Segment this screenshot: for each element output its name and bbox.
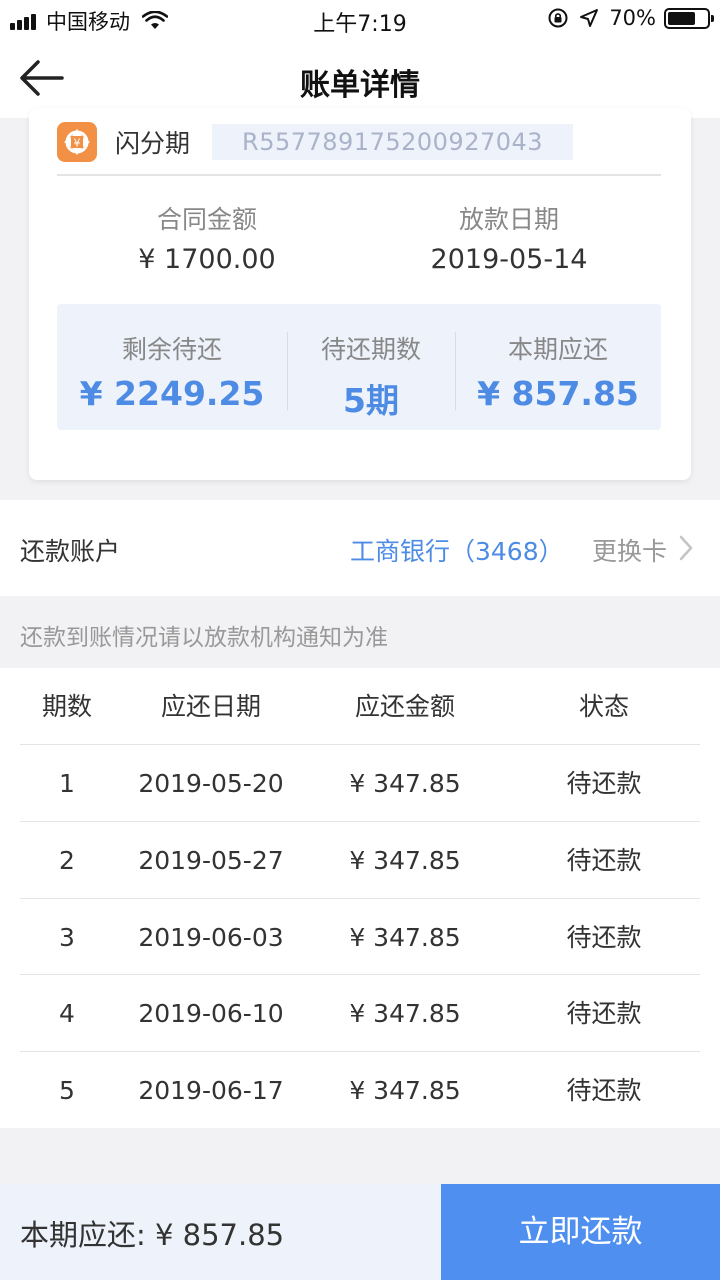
product-name: 闪分期 xyxy=(115,129,191,158)
status-right: 70% xyxy=(547,6,714,30)
product-logo-icon: ¥ xyxy=(57,122,97,162)
contract-number: R557789175200927043 xyxy=(212,124,574,160)
row-period: 4 xyxy=(59,999,75,1028)
row-amount: ¥ 347.85 xyxy=(349,999,461,1028)
current-due: 本期应还 ¥ 857.85 xyxy=(455,330,661,413)
header-period: 期数 xyxy=(41,692,92,721)
loan-date-value: 2019-05-14 xyxy=(430,244,588,275)
row-period: 3 xyxy=(59,923,75,952)
remaining-periods: 待还期数 5期 xyxy=(287,330,455,422)
header-amount: 应还金额 xyxy=(354,692,455,721)
change-card-link[interactable]: 更换卡 xyxy=(592,532,667,568)
table-row: 4 2019-06-10 ¥ 347.85 待还款 xyxy=(20,974,700,1051)
row-status: 待还款 xyxy=(566,846,642,875)
remaining-due: 剩余待还 ¥ 2249.25 xyxy=(57,330,287,413)
rotation-lock-icon xyxy=(548,8,568,28)
pay-now-button[interactable]: 立即还款 xyxy=(441,1184,720,1280)
divider xyxy=(57,174,661,176)
product-row: ¥ 闪分期 R557789175200927043 xyxy=(57,120,574,164)
header-status: 状态 xyxy=(578,692,629,721)
bill-summary-area: ¥ 闪分期 R557789175200927043 合同金额 ¥ 1700.00… xyxy=(0,108,720,500)
row-period: 2 xyxy=(59,846,75,875)
nav-bar: 账单详情 xyxy=(0,40,720,118)
current-due-label: 本期应还 xyxy=(507,335,608,364)
row-amount: ¥ 347.85 xyxy=(349,1076,461,1105)
row-due-date: 2019-06-03 xyxy=(138,923,284,952)
table-row: 1 2019-05-20 ¥ 347.85 待还款 xyxy=(20,744,700,821)
row-status: 待还款 xyxy=(566,923,642,952)
current-due-value: ¥ 857.85 xyxy=(477,374,639,413)
row-status: 待还款 xyxy=(566,999,642,1028)
repayment-account-row[interactable]: 还款账户 工商银行（3468） 更换卡 xyxy=(0,500,720,596)
account-bank: 工商银行（3468） xyxy=(350,537,564,566)
battery-icon xyxy=(664,7,714,29)
chevron-right-icon[interactable] xyxy=(678,534,694,562)
table-header: 期数 应还日期 应还金额 状态 xyxy=(20,668,700,745)
table-row: 5 2019-06-17 ¥ 347.85 待还款 xyxy=(20,1051,700,1128)
notice-text: 还款到账情况请以放款机构通知为准 xyxy=(20,625,388,651)
status-bar: 中国移动 上午7:19 70% xyxy=(0,0,720,40)
repayment-summary: 剩余待还 ¥ 2249.25 待还期数 5期 本期应还 ¥ 857.85 xyxy=(57,304,661,430)
table-row: 2 2019-05-27 ¥ 347.85 待还款 xyxy=(20,821,700,898)
row-due-date: 2019-06-17 xyxy=(138,1076,284,1105)
row-period: 1 xyxy=(59,769,75,798)
row-amount: ¥ 347.85 xyxy=(349,923,461,952)
battery-percent: 70% xyxy=(609,6,656,30)
contract-amount-label: 合同金额 xyxy=(156,205,257,234)
svg-text:¥: ¥ xyxy=(74,137,81,150)
account-label: 还款账户 xyxy=(20,537,121,566)
remaining-periods-value: 5期 xyxy=(343,381,399,420)
header-due-date: 应还日期 xyxy=(160,692,261,721)
notice-bar: 还款到账情况请以放款机构通知为准 xyxy=(0,596,720,668)
row-status: 待还款 xyxy=(566,1076,642,1105)
row-due-date: 2019-05-27 xyxy=(138,846,284,875)
location-arrow-icon xyxy=(580,9,599,27)
contract-amount-value: ¥ 1700.00 xyxy=(138,244,276,275)
bottom-current-due: 本期应还: ¥ 857.85 xyxy=(20,1218,285,1252)
remaining-due-label: 剩余待还 xyxy=(121,335,222,364)
row-amount: ¥ 347.85 xyxy=(349,769,461,798)
battery-level xyxy=(668,11,695,25)
row-period: 5 xyxy=(59,1076,75,1105)
row-amount: ¥ 347.85 xyxy=(349,846,461,875)
remaining-periods-label: 待还期数 xyxy=(320,335,421,364)
row-status: 待还款 xyxy=(566,769,642,798)
row-due-date: 2019-05-20 xyxy=(138,769,284,798)
remaining-due-value: ¥ 2249.25 xyxy=(79,374,265,413)
bottom-bar: 本期应还: ¥ 857.85 立即还款 xyxy=(0,1184,720,1280)
bill-card: ¥ 闪分期 R557789175200927043 合同金额 ¥ 1700.00… xyxy=(29,108,691,480)
page-title: 账单详情 xyxy=(300,68,420,103)
contract-amount: 合同金额 ¥ 1700.00 xyxy=(57,200,357,275)
loan-date: 放款日期 2019-05-14 xyxy=(359,200,659,275)
row-due-date: 2019-06-10 xyxy=(138,999,284,1028)
repayment-schedule-table: 期数 应还日期 应还金额 状态 1 2019-05-20 ¥ 347.85 待还… xyxy=(0,668,720,1128)
loan-date-label: 放款日期 xyxy=(458,205,559,234)
table-row: 3 2019-06-03 ¥ 347.85 待还款 xyxy=(20,898,700,975)
